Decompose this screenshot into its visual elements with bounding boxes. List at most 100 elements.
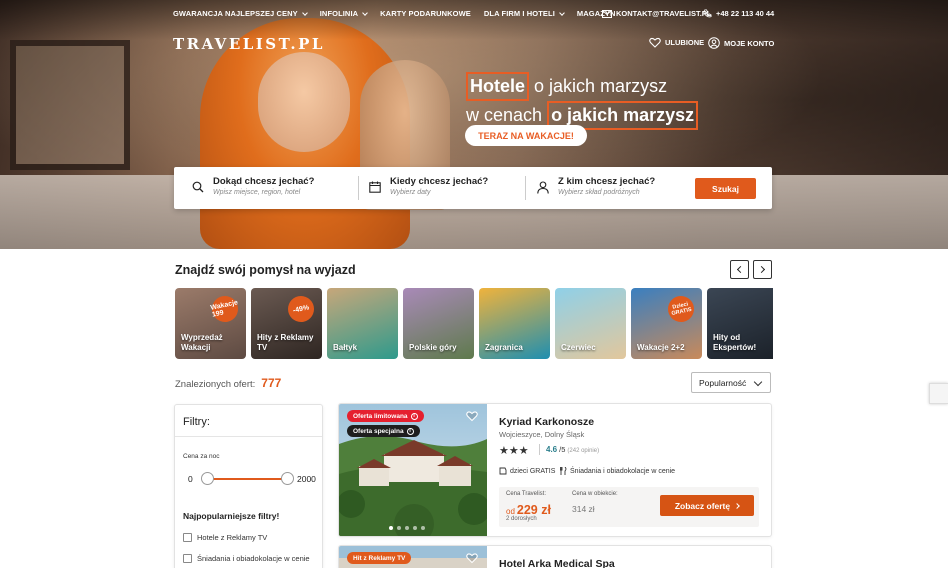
idea-card[interactable]: Hity od Ekspertów! xyxy=(707,288,773,359)
offer-card[interactable]: Hit z Reklamy TV Hotel Arka Medical Spa xyxy=(338,545,772,568)
user-circle-icon xyxy=(708,37,720,49)
idea-card[interactable]: Dzieci GRATIS Wakacje 2+2 xyxy=(631,288,702,359)
feature-kids-free: dzieci GRATIS xyxy=(499,467,555,475)
chevron-right-icon xyxy=(757,265,766,274)
divider xyxy=(539,444,540,455)
divider xyxy=(525,176,526,200)
contact-email[interactable]: KONTAKT@TRAVELIST.PL xyxy=(602,9,711,18)
travelist-logo[interactable]: TRAVELIST.PL xyxy=(173,35,325,53)
search-icon xyxy=(192,181,204,193)
card-label: Hity od Ekspertów! xyxy=(713,333,757,352)
checkbox[interactable] xyxy=(183,554,192,563)
account-button[interactable]: MOJE KONTO xyxy=(708,37,774,49)
ideas-carousel: Wakacje 199 Wyprzedaż Wakacji -49% Hity z … xyxy=(175,288,773,359)
destination-field[interactable]: Dokąd chcesz jechać? Wpisz miejsce, regio… xyxy=(192,176,314,196)
filters-panel: Filtry: Cena za noc 0 2000 Najpopularnie… xyxy=(174,404,323,568)
carousel-next-button[interactable] xyxy=(753,260,772,279)
card-label: Czerwiec xyxy=(561,343,596,352)
price-slider-min-handle[interactable] xyxy=(201,472,214,485)
nav-business[interactable]: DLA FIRM I HOTELI xyxy=(484,9,565,18)
idea-card[interactable]: Bałtyk xyxy=(327,288,398,359)
see-offer-button[interactable]: Zobacz ofertę xyxy=(660,495,754,516)
hotel-location: Wojcieszyce, Dolny Śląsk xyxy=(499,430,585,439)
idea-card[interactable]: Wakacje 199 Wyprzedaż Wakacji xyxy=(175,288,246,359)
tag-tv-hit: Hit z Reklamy TV xyxy=(347,552,412,564)
card-badge: -49% xyxy=(285,293,317,325)
user-icon xyxy=(537,181,549,194)
chevron-down-icon xyxy=(559,9,565,16)
results-count-value: 777 xyxy=(261,376,282,390)
feature-half-board: Śniadania i obiadokolacje w cenie xyxy=(560,467,675,475)
nav-gift-cards[interactable]: KARTY PODARUNKOWE xyxy=(380,9,471,18)
idea-card[interactable]: Polskie góry xyxy=(403,288,474,359)
offer-image[interactable]: Hit z Reklamy TV xyxy=(339,546,487,568)
popular-filters-title: Najpopularniejsze filtry! xyxy=(183,511,280,521)
card-label: Hity z Reklamy TV xyxy=(257,333,314,352)
checkbox[interactable] xyxy=(183,533,192,542)
travelist-price: od 229 zł xyxy=(506,503,551,517)
hero-child-face xyxy=(258,52,350,152)
search-button[interactable]: Szukaj xyxy=(695,178,756,199)
favorite-heart-icon[interactable] xyxy=(466,552,478,564)
hero-picture-frame xyxy=(10,40,130,170)
offer-image[interactable]: Oferta limitowana i Oferta specjalna i xyxy=(339,404,487,536)
favorite-heart-icon[interactable] xyxy=(466,410,478,422)
price-filter-label: Cena za noc xyxy=(183,453,220,460)
hotel-name[interactable]: Hotel Arka Medical Spa xyxy=(499,558,615,568)
favorites-button[interactable]: ULUBIONE xyxy=(649,37,704,48)
card-label: Bałtyk xyxy=(333,343,358,352)
carousel-prev-button[interactable] xyxy=(730,260,749,279)
heart-icon xyxy=(649,37,661,48)
info-icon: i xyxy=(410,412,418,420)
idea-card[interactable]: -49% Hity z Reklamy TV xyxy=(251,288,322,359)
travelers-field[interactable]: Z kim chcesz jechać? Wybierz skład podróż… xyxy=(537,176,655,196)
hero-headline: Hotele o jakich marzysz w cenach o jakic… xyxy=(466,72,699,130)
filters-title: Filtry: xyxy=(183,416,210,428)
divider xyxy=(358,176,359,200)
ideas-title: Znajdź swój pomysł na wyjazd xyxy=(175,263,356,277)
summer-cta-button[interactable]: TERAZ NA WAKACJE! xyxy=(465,125,587,146)
hero-banner: GWARANCJA NAJLEPSZEJ CENY INFOLINIA KART… xyxy=(0,0,948,249)
top-navigation: GWARANCJA NAJLEPSZEJ CENY INFOLINIA KART… xyxy=(173,9,616,18)
chevron-down-icon xyxy=(362,9,368,16)
idea-card[interactable]: Czerwiec xyxy=(555,288,626,359)
card-label: Wyprzedaż Wakacji xyxy=(181,333,223,352)
nav-best-price[interactable]: GWARANCJA NAJLEPSZEJ CENY xyxy=(173,9,308,18)
filter-option-tv-hotels[interactable]: Hotele z Reklamy TV xyxy=(183,533,267,542)
filter-option-half-board[interactable]: Śniadania i obiadokolacje w cenie xyxy=(183,554,310,563)
headline-highlight: Hotele xyxy=(466,72,530,101)
results-count: Znalezionych ofert: 777 xyxy=(175,376,282,390)
nav-hotline[interactable]: INFOLINIA xyxy=(320,9,368,18)
card-label: Polskie góry xyxy=(409,343,457,352)
hotel-name[interactable]: Kyriad Karkonosze xyxy=(499,416,594,428)
chevron-down-icon xyxy=(301,9,308,16)
price-min-value: 0 xyxy=(188,474,193,484)
phone-icon xyxy=(703,9,712,18)
hero-top-shade xyxy=(0,0,948,40)
price-slider-max-handle[interactable] xyxy=(281,472,294,485)
tag-special-offer: Oferta specjalna i xyxy=(347,425,420,437)
price-max-value: 2000 xyxy=(297,474,316,484)
tag-limited-offer: Oferta limitowana i xyxy=(347,410,424,422)
card-label: Zagranica xyxy=(485,343,523,352)
dates-field[interactable]: Kiedy chcesz jechać? Wybierz daty xyxy=(369,176,488,196)
hotel-rating: 4.6/5 (242 opinie) xyxy=(546,445,600,454)
card-badge: Wakacje 199 xyxy=(209,293,241,325)
contact-phone[interactable]: +48 22 113 40 44 xyxy=(703,9,774,18)
sort-select[interactable]: Popularność xyxy=(691,372,771,393)
offer-card[interactable]: Oferta limitowana i Oferta specjalna i Kyr… xyxy=(338,403,772,537)
hotel-photo xyxy=(339,404,487,536)
idea-card[interactable]: Zagranica xyxy=(479,288,550,359)
image-pagination-dots[interactable] xyxy=(389,526,425,530)
hotel-stars: ★★★ xyxy=(499,445,529,457)
calendar-icon xyxy=(369,181,381,193)
mail-icon xyxy=(602,9,612,18)
search-bar: Dokąd chcesz jechać? Wpisz miejsce, regio… xyxy=(174,167,772,209)
recaptcha-badge[interactable] xyxy=(929,383,948,404)
price-slider-track[interactable] xyxy=(207,478,289,480)
chevron-right-icon xyxy=(734,502,740,509)
chevron-left-icon xyxy=(736,265,745,274)
hotel-price: 314 zł xyxy=(572,504,595,514)
card-label: Wakacje 2+2 xyxy=(637,343,685,352)
chevron-down-icon xyxy=(753,377,763,387)
